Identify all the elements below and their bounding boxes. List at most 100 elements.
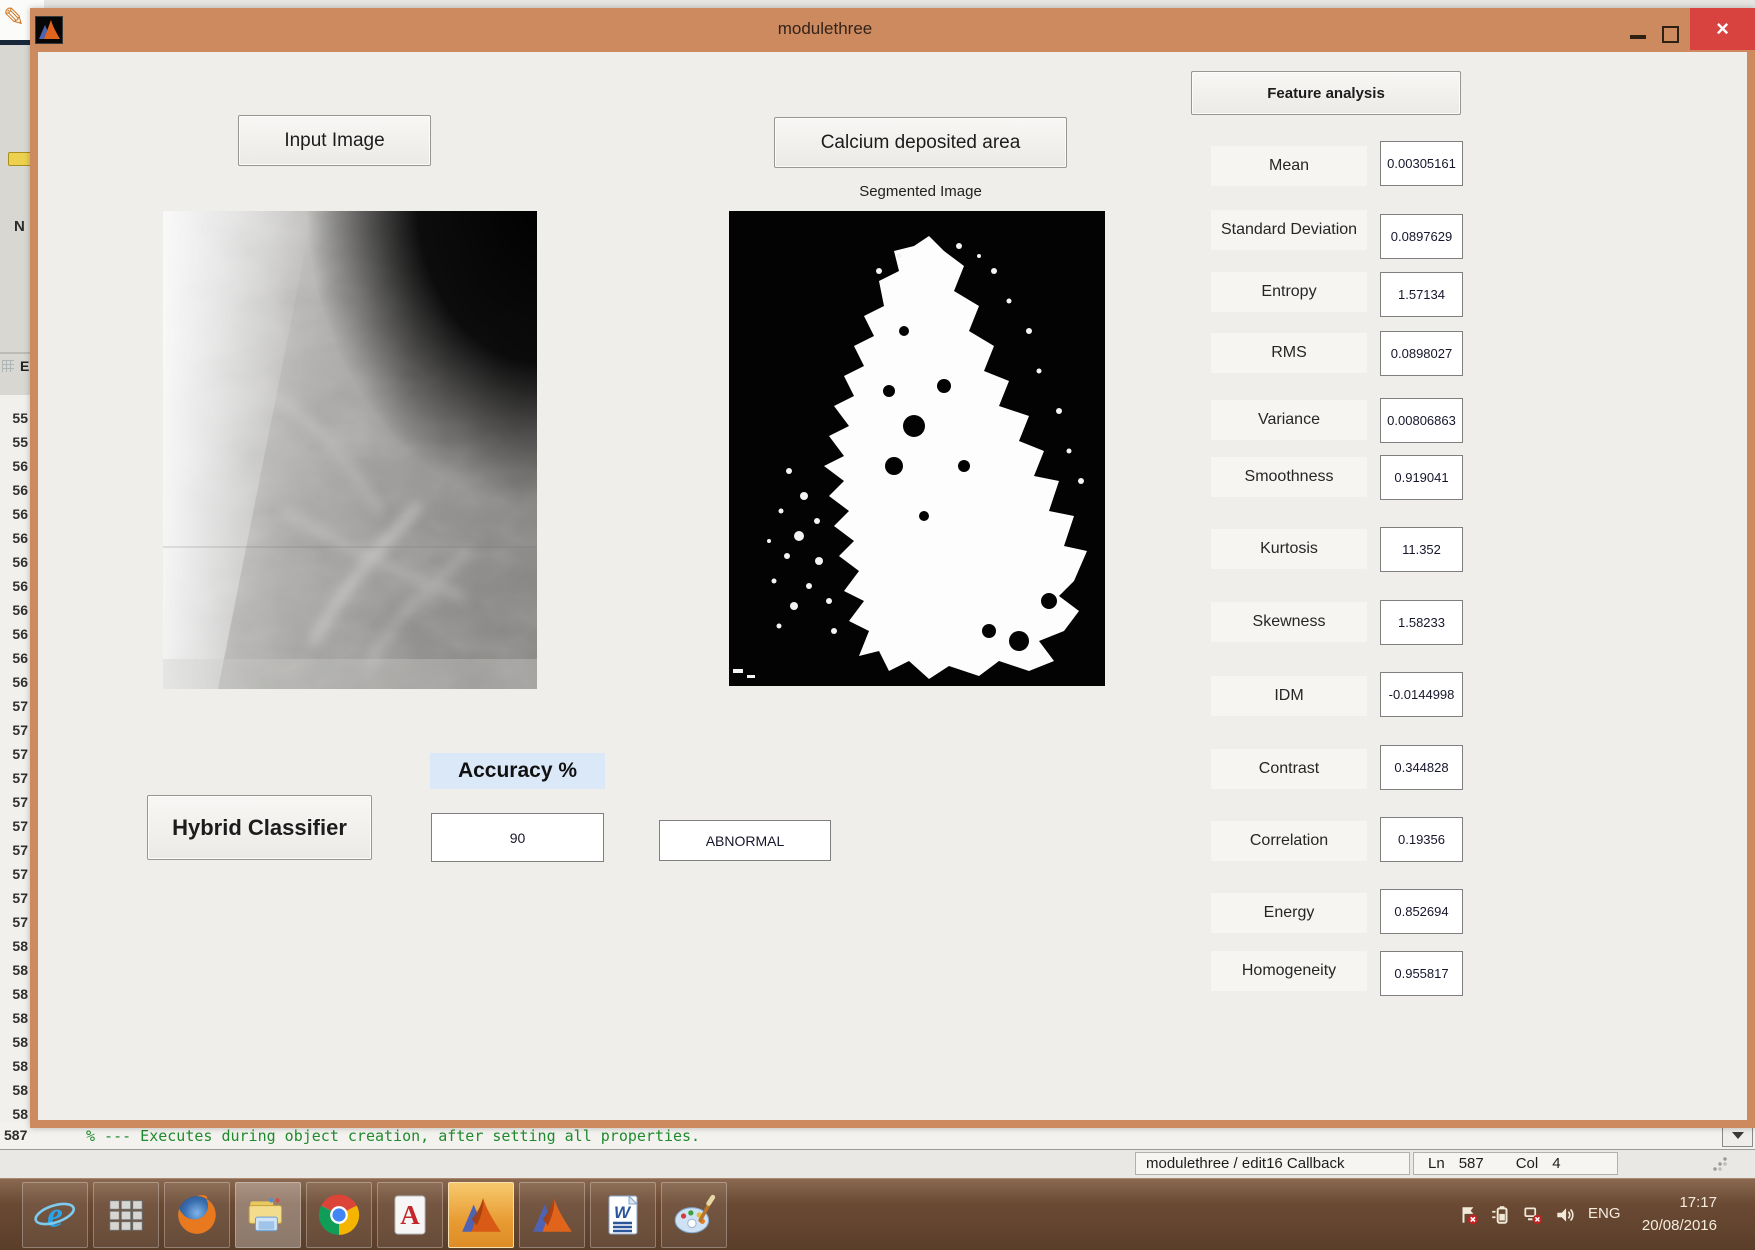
svg-text:W: W [614, 1203, 632, 1222]
minimize-icon[interactable] [1630, 35, 1646, 39]
code-comment-line[interactable]: % --- Executes during object creation, a… [86, 1127, 700, 1145]
line-number: 57 [2, 794, 28, 810]
editor-left-letter-e: E [20, 358, 29, 374]
feature-label-smoothness: Smoothness [1211, 457, 1367, 497]
feature-label-standard-deviation: Standard Deviation [1211, 210, 1367, 250]
taskbar-matlab-icon[interactable] [519, 1182, 585, 1248]
feature-value-contrast[interactable]: 0.344828 [1380, 745, 1463, 790]
window-title: modulethree [30, 19, 1620, 39]
taskbar-firefox-icon[interactable] [164, 1182, 230, 1248]
feature-value-mean[interactable]: 0.00305161 [1380, 141, 1463, 186]
line-number: 57 [2, 770, 28, 786]
feature-value-variance[interactable]: 0.00806863 [1380, 398, 1463, 443]
network-icon[interactable] [1522, 1204, 1544, 1226]
feature-label-homogeneity: Homogeneity [1211, 951, 1367, 991]
line-number: 58 [2, 1010, 28, 1026]
feature-value-idm[interactable]: -0.0144998 [1380, 672, 1463, 717]
clock-time: 17:17 [1642, 1191, 1717, 1214]
feature-value-standard-deviation[interactable]: 0.0897629 [1380, 214, 1463, 259]
taskbar: e A W ENG [0, 1178, 1755, 1250]
line-number: 58 [2, 1106, 28, 1122]
svg-text:e: e [47, 1195, 63, 1235]
feature-value-rms[interactable]: 0.0898027 [1380, 331, 1463, 376]
feature-label-kurtosis: Kurtosis [1211, 529, 1367, 569]
line-number: 58 [2, 1058, 28, 1074]
taskbar-file-explorer-icon[interactable] [235, 1182, 301, 1248]
feature-value-smoothness[interactable]: 0.919041 [1380, 455, 1463, 500]
feature-value-skewness[interactable]: 1.58233 [1380, 600, 1463, 645]
language-indicator[interactable]: ENG [1588, 1205, 1621, 1222]
line-number: 56 [2, 506, 28, 522]
taskbar-chrome-icon[interactable] [306, 1182, 372, 1248]
line-number: 58 [2, 1082, 28, 1098]
edit-pencil-icon[interactable]: ✎ [3, 2, 25, 33]
line-number: 58 [2, 1034, 28, 1050]
line-number: 57 [2, 890, 28, 906]
figure-client-area: Input Image [38, 52, 1747, 1120]
feature-value-correlation[interactable]: 0.19356 [1380, 817, 1463, 862]
svg-text:A: A [400, 1200, 420, 1230]
line-number: 56 [2, 602, 28, 618]
ln-label: Ln [1428, 1155, 1445, 1172]
speaker-icon[interactable] [1554, 1204, 1576, 1226]
current-line-number: 587 [4, 1127, 27, 1143]
line-number: 56 [2, 554, 28, 570]
taskbar-app-grid-icon[interactable] [93, 1182, 159, 1248]
line-number: 56 [2, 650, 28, 666]
maximize-icon[interactable] [1662, 26, 1679, 43]
editor-status-bar: modulethree / edit16 Callback Ln 587 Col… [0, 1150, 1755, 1178]
feature-label-rms: RMS [1211, 333, 1367, 373]
feature-value-homogeneity[interactable]: 0.955817 [1380, 951, 1463, 996]
breakpoint-grid-icon[interactable] [2, 360, 14, 372]
line-number: 57 [2, 914, 28, 930]
resize-grip[interactable] [1712, 1156, 1728, 1172]
system-tray: ENG 17:17 20/08/2016 [1440, 1179, 1755, 1250]
line-number: 56 [2, 626, 28, 642]
line-number: 56 [2, 578, 28, 594]
line-number: 56 [2, 458, 28, 474]
line-number: 55 [2, 410, 28, 426]
line-number: 57 [2, 722, 28, 738]
action-center-flag-icon[interactable] [1458, 1204, 1480, 1226]
taskbar-adobe-reader-icon[interactable]: A [377, 1182, 443, 1248]
line-number: 57 [2, 866, 28, 882]
toolbar-yellow-icon[interactable] [8, 152, 32, 166]
taskbar-matlab-icon[interactable] [448, 1182, 514, 1248]
clock-date: 20/08/2016 [1642, 1214, 1717, 1237]
feature-label-skewness: Skewness [1211, 602, 1367, 642]
line-number: 58 [2, 938, 28, 954]
titlebar[interactable]: modulethree × [30, 8, 1755, 52]
line-number: 58 [2, 986, 28, 1002]
feature-value-kurtosis[interactable]: 11.352 [1380, 527, 1463, 572]
line-number: 56 [2, 482, 28, 498]
taskbar-internet-explorer-icon[interactable]: e [22, 1182, 88, 1248]
line-number: 56 [2, 530, 28, 546]
feature-list: Mean 0.00305161 Standard Deviation 0.089762… [38, 52, 1747, 1120]
screen: ✎ N E 55 55 56 56 56 56 56 56 56 56 56 56 57 57 57 57 57… [0, 0, 1755, 1250]
line-number: 57 [2, 818, 28, 834]
taskbar-paint-icon[interactable] [661, 1182, 727, 1248]
modulethree-window: modulethree × Input Image [30, 8, 1755, 1128]
line-number: 57 [2, 746, 28, 762]
feature-value-entropy[interactable]: 1.57134 [1380, 272, 1463, 317]
feature-label-entropy: Entropy [1211, 272, 1367, 312]
clock[interactable]: 17:17 20/08/2016 [1642, 1191, 1717, 1238]
line-number: 56 [2, 674, 28, 690]
power-icon[interactable] [1490, 1204, 1512, 1226]
feature-label-contrast: Contrast [1211, 749, 1367, 789]
line-number: 58 [2, 962, 28, 978]
line-number: 57 [2, 698, 28, 714]
close-icon[interactable]: × [1690, 8, 1755, 50]
callback-status: modulethree / edit16 Callback [1135, 1152, 1410, 1175]
feature-label-idm: IDM [1211, 676, 1367, 716]
col-label: Col [1516, 1155, 1539, 1172]
feature-label-variance: Variance [1211, 400, 1367, 440]
editor-left-letter-n: N [14, 218, 25, 235]
feature-label-correlation: Correlation [1211, 821, 1367, 861]
line-number: 55 [2, 434, 28, 450]
feature-value-energy[interactable]: 0.852694 [1380, 889, 1463, 934]
ln-value: 587 [1459, 1155, 1484, 1172]
feature-label-mean: Mean [1211, 146, 1367, 186]
col-value: 4 [1552, 1155, 1560, 1172]
taskbar-word-icon[interactable]: W [590, 1182, 656, 1248]
